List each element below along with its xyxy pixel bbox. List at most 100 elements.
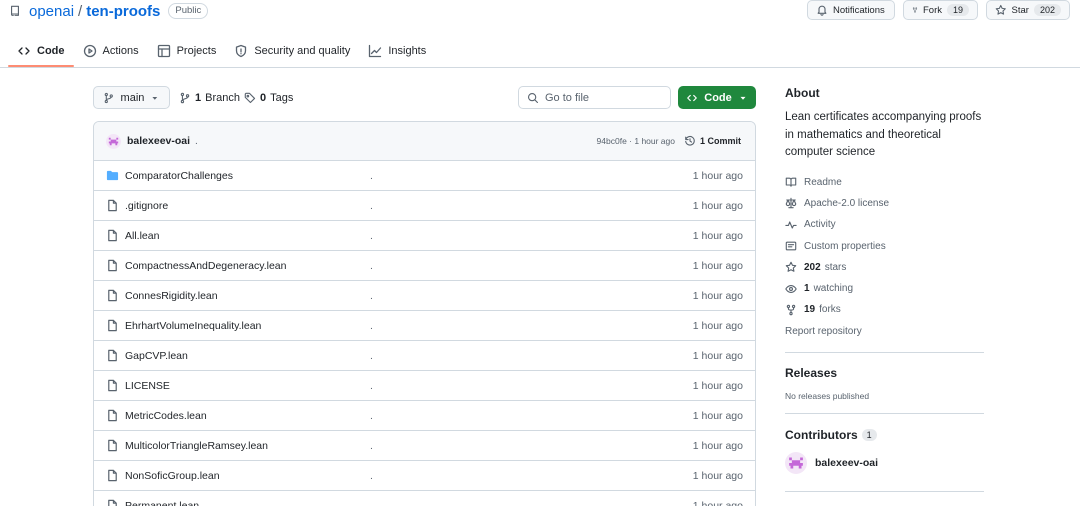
file-name-link[interactable]: CompactnessAndDegeneracy.lean	[125, 260, 286, 272]
file-row[interactable]: .gitignore. 1 hour ago	[94, 191, 755, 221]
file-row[interactable]: LICENSE. 1 hour ago	[94, 371, 755, 401]
custom-properties-label: Custom properties	[804, 240, 886, 252]
branches-label: Branch	[205, 91, 240, 104]
sidebar: About Lean certificates accompanying pro…	[785, 86, 984, 492]
file-commit-message[interactable]: .	[370, 500, 373, 506]
file-name-link[interactable]: Permanent.lean	[125, 500, 199, 506]
file-row[interactable]: ConnesRigidity.lean. 1 hour ago	[94, 281, 755, 311]
file-name-link[interactable]: ConnesRigidity.lean	[125, 290, 218, 302]
branch-icon	[180, 92, 190, 103]
book-icon	[785, 177, 797, 187]
code-download-button[interactable]: Code	[678, 86, 756, 109]
code-button-label: Code	[704, 91, 732, 104]
tab-code[interactable]: Code	[8, 36, 74, 67]
commits-link[interactable]: 1 Commit	[684, 135, 741, 147]
custom-properties-link[interactable]: Custom properties	[785, 235, 984, 256]
file-commit-message[interactable]: .	[370, 380, 373, 392]
file-commit-message[interactable]: .	[370, 230, 373, 242]
commit-message[interactable]: .	[195, 136, 198, 147]
file-commit-time: 1 hour ago	[692, 289, 743, 302]
releases-empty-text: No releases published	[785, 390, 870, 401]
file-commit-message[interactable]: .	[370, 470, 373, 482]
file-commit-message[interactable]: .	[370, 200, 373, 212]
visibility-badge: Public	[168, 3, 209, 19]
file-icon	[108, 439, 117, 452]
repo-path-separator: /	[78, 2, 83, 20]
file-row[interactable]: MetricCodes.lean. 1 hour ago	[94, 401, 755, 431]
file-name-link[interactable]: NonSoficGroup.lean	[125, 470, 220, 482]
file-icon	[108, 469, 117, 482]
releases-heading[interactable]: Releases	[785, 366, 984, 380]
file-name-link[interactable]: MulticolorTriangleRamsey.lean	[125, 440, 268, 452]
play-circle-icon	[83, 44, 96, 58]
branches-link[interactable]: 1 Branch	[179, 86, 240, 109]
activity-link[interactable]: Activity	[785, 214, 984, 235]
tags-link[interactable]: 0 Tags	[244, 86, 293, 109]
file-commit-message[interactable]: .	[370, 440, 373, 452]
file-row[interactable]: ComparatorChallenges. 1 hour ago	[94, 161, 755, 191]
file-row[interactable]: NonSoficGroup.lean. 1 hour ago	[94, 461, 755, 491]
file-commit-message[interactable]: .	[370, 320, 373, 332]
fork-button[interactable]: Fork 19	[903, 0, 978, 20]
file-commit-time: 1 hour ago	[692, 319, 743, 332]
tab-projects[interactable]: Projects	[148, 36, 226, 66]
file-row[interactable]: CompactnessAndDegeneracy.lean. 1 hour ago	[94, 251, 755, 281]
fork-label: Fork	[922, 4, 942, 16]
file-row[interactable]: Permanent.lean. 1 hour ago	[94, 491, 755, 506]
readme-link[interactable]: Readme	[785, 172, 984, 193]
go-to-file-input[interactable]: Go to file	[518, 86, 671, 109]
contributor-item[interactable]: balexeev-oai	[785, 451, 984, 474]
caret-down-icon	[740, 96, 746, 100]
file-row[interactable]: MulticolorTriangleRamsey.lean. 1 hour ago	[94, 431, 755, 461]
tab-security[interactable]: Security and quality	[225, 36, 359, 66]
eye-icon	[785, 284, 797, 293]
file-table: balexeev-oai . 94bc0fe · 1 hour ago 1 Co…	[93, 121, 756, 506]
tab-actions[interactable]: Actions	[74, 36, 148, 66]
repo-name-link[interactable]: ten-proofs	[86, 3, 160, 20]
commit-sha-time[interactable]: 94bc0fe · 1 hour ago	[597, 136, 675, 146]
file-name-link[interactable]: LICENSE	[125, 380, 170, 392]
file-name-link[interactable]: ComparatorChallenges	[125, 170, 233, 182]
commit-author[interactable]: balexeev-oai	[127, 135, 190, 147]
tab-label: Actions	[102, 45, 139, 57]
file-commit-message[interactable]: .	[370, 170, 373, 182]
tab-label: Insights	[388, 45, 427, 57]
tab-insights[interactable]: Insights	[359, 36, 435, 66]
file-commit-message[interactable]: .	[370, 410, 373, 422]
avatar[interactable]	[106, 133, 121, 149]
file-commit-message[interactable]: .	[370, 350, 373, 362]
contributors-heading[interactable]: Contributors 1	[785, 428, 984, 442]
notifications-button[interactable]: Notifications	[807, 0, 895, 20]
file-row[interactable]: All.lean. 1 hour ago	[94, 221, 755, 251]
sidebar-divider	[785, 351, 984, 353]
law-icon	[785, 198, 797, 209]
avatar[interactable]	[785, 451, 807, 474]
file-name-link[interactable]: MetricCodes.lean	[125, 410, 207, 422]
sidebar-divider	[785, 490, 984, 492]
file-row[interactable]: GapCVP.lean. 1 hour ago	[94, 341, 755, 371]
code-icon	[687, 94, 698, 101]
go-to-file-placeholder: Go to file	[545, 91, 590, 104]
license-label: Apache-2.0 license	[804, 197, 890, 209]
contributors-count: 1	[861, 428, 877, 441]
branch-select-button[interactable]: main	[93, 86, 170, 109]
repo-owner-link[interactable]: openai	[29, 3, 74, 20]
file-name-link[interactable]: EhrhartVolumeInequality.lean	[125, 320, 261, 332]
report-repository-link[interactable]: Report repository	[785, 321, 984, 342]
file-row[interactable]: EhrhartVolumeInequality.lean. 1 hour ago	[94, 311, 755, 341]
file-commit-message[interactable]: .	[370, 290, 373, 302]
file-icon	[108, 229, 117, 242]
file-commit-message[interactable]: .	[370, 260, 373, 272]
latest-commit-bar: balexeev-oai . 94bc0fe · 1 hour ago 1 Co…	[94, 122, 755, 161]
watching-link[interactable]: 1 watching	[785, 278, 984, 299]
forks-link[interactable]: 19 forks	[785, 299, 984, 320]
watching-label: watching	[813, 283, 854, 295]
file-name-link[interactable]: .gitignore	[125, 200, 168, 212]
star-button[interactable]: Star 202	[986, 0, 1070, 20]
license-link[interactable]: Apache-2.0 license	[785, 193, 984, 214]
contributor-name[interactable]: balexeev-oai	[815, 457, 878, 469]
file-name-link[interactable]: All.lean	[125, 230, 159, 242]
file-name-link[interactable]: GapCVP.lean	[125, 350, 188, 362]
branches-count: 1	[195, 91, 202, 104]
stars-link[interactable]: 202 stars	[785, 257, 984, 278]
